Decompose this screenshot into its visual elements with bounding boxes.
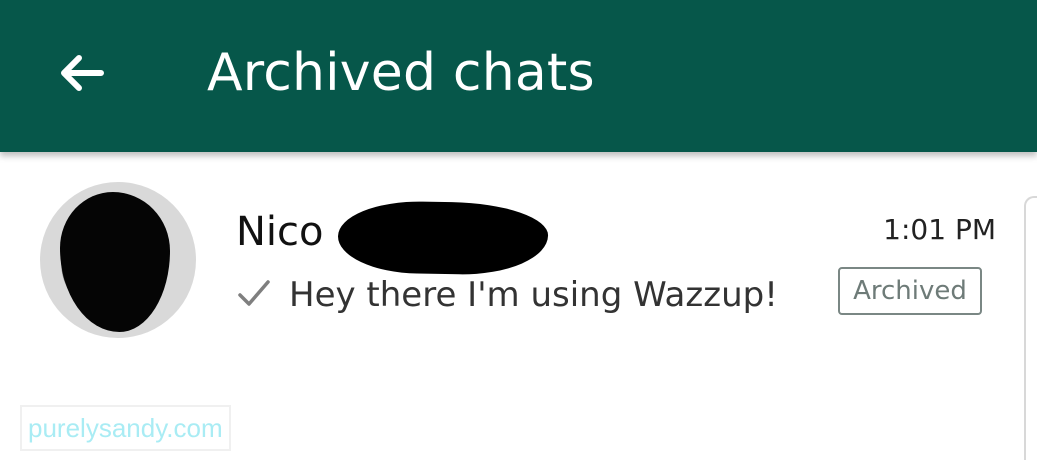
archived-badge: Archived (838, 267, 982, 315)
message-preview: Hey there I'm using Wazzup! (289, 275, 778, 315)
message-time: 1:01 PM (883, 213, 996, 246)
name-redaction (337, 200, 549, 276)
watermark-text: purelysandy.com (20, 405, 231, 451)
app-screen: Archived chats Nico 1:01 PM Hey there I'… (0, 0, 1037, 460)
back-button[interactable] (48, 40, 114, 106)
right-divider (1024, 196, 1037, 460)
archived-chat-item[interactable]: Nico 1:01 PM Hey there I'm using Wazzup!… (0, 160, 1020, 360)
arrow-left-icon (61, 55, 104, 91)
page-title: Archived chats (207, 43, 595, 103)
top-app-bar: Archived chats (0, 0, 1037, 152)
avatar-redaction (60, 192, 170, 332)
contact-name: Nico (236, 209, 324, 255)
avatar[interactable] (40, 182, 196, 338)
check-icon (238, 280, 270, 306)
